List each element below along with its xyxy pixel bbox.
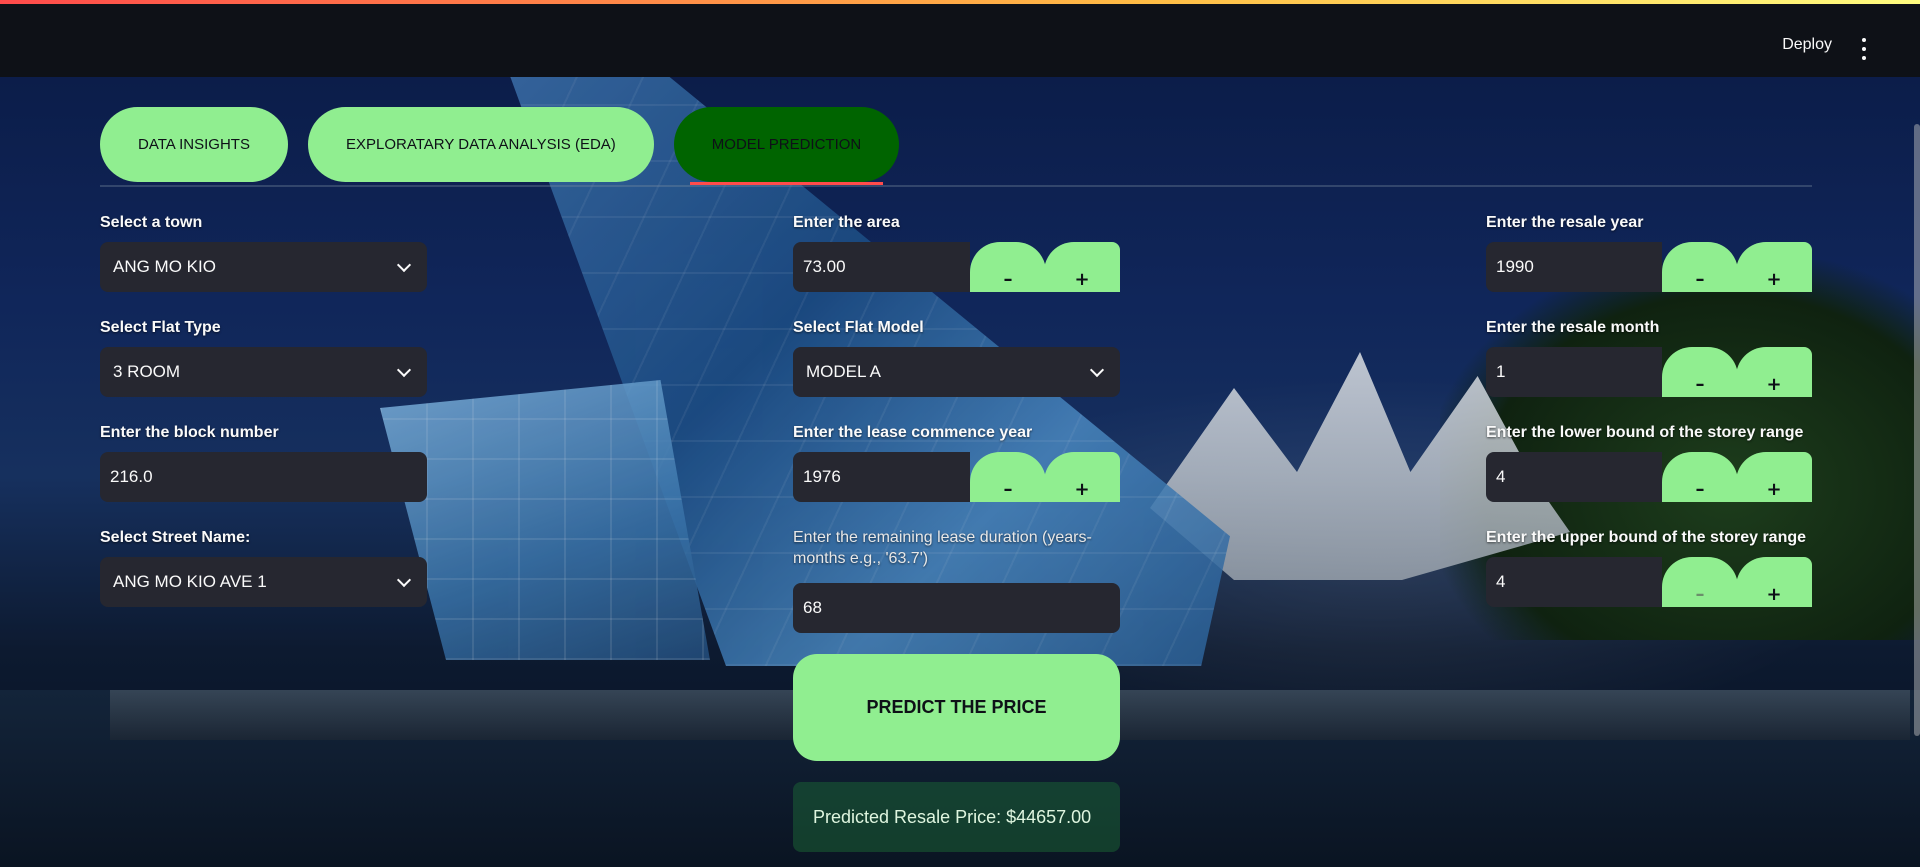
storey-lower-input[interactable]: 4: [1486, 452, 1662, 502]
lease-commence-increment-button[interactable]: +: [1044, 452, 1120, 502]
resale-month-increment-button[interactable]: +: [1736, 347, 1812, 397]
flat-model-select-value: MODEL A: [806, 362, 881, 381]
chevron-down-icon: [396, 257, 412, 273]
resale-year-decrement-button[interactable]: –: [1662, 242, 1738, 292]
remaining-lease-input[interactable]: 68: [793, 583, 1120, 633]
chevron-down-icon: [1089, 362, 1105, 378]
storey-lower-increment-button[interactable]: +: [1736, 452, 1812, 502]
kebab-menu-icon[interactable]: [1854, 38, 1874, 60]
deploy-button[interactable]: Deploy: [1782, 36, 1832, 54]
block-input[interactable]: 216.0: [100, 452, 427, 502]
flat-type-select-value: 3 ROOM: [113, 362, 181, 381]
resale-year-label: Enter the resale year: [1486, 214, 1644, 231]
street-select[interactable]: ANG MO KIO AVE 1: [100, 557, 427, 607]
resale-year-increment-button[interactable]: +: [1736, 242, 1812, 292]
flat-model-label: Select Flat Model: [793, 319, 924, 336]
remaining-lease-label: Enter the remaining lease duration (year…: [793, 529, 1092, 567]
lease-commence-number-input: 1976 – +: [793, 452, 1120, 502]
storey-upper-decrement-button[interactable]: –: [1662, 557, 1738, 607]
tab-eda[interactable]: EXPLORATARY DATA ANALYSIS (EDA): [307, 107, 654, 182]
chevron-down-icon: [396, 362, 412, 378]
resale-month-decrement-button[interactable]: –: [1662, 347, 1738, 397]
lease-commence-decrement-button[interactable]: –: [970, 452, 1046, 502]
street-select-value: ANG MO KIO AVE 1: [113, 572, 267, 591]
area-number-input: 73.00 – +: [793, 242, 1120, 292]
tab-divider: [100, 185, 1812, 187]
town-select[interactable]: ANG MO KIO: [100, 242, 427, 292]
predict-price-button[interactable]: PREDICT THE PRICE: [793, 654, 1120, 761]
storey-lower-number-input: 4 – +: [1486, 452, 1812, 502]
storey-upper-number-input: 4 – +: [1486, 557, 1812, 607]
area-label: Enter the area: [793, 214, 900, 231]
app-header: Deploy: [0, 4, 1920, 77]
storey-upper-input[interactable]: 4: [1486, 557, 1662, 607]
storey-lower-decrement-button[interactable]: –: [1662, 452, 1738, 502]
lease-commence-input[interactable]: 1976: [793, 452, 970, 502]
flat-model-select[interactable]: MODEL A: [793, 347, 1120, 397]
area-increment-button[interactable]: +: [1044, 242, 1120, 292]
storey-upper-label: Enter the upper bound of the storey rang…: [1486, 529, 1807, 546]
tab-bar: DATA INSIGHTS EXPLORATARY DATA ANALYSIS …: [100, 107, 900, 185]
storey-lower-label: Enter the lower bound of the storey rang…: [1486, 424, 1804, 441]
street-label: Select Street Name:: [100, 529, 251, 546]
resale-month-input[interactable]: 1: [1486, 347, 1662, 397]
chevron-down-icon: [396, 572, 412, 588]
resale-month-label: Enter the resale month: [1486, 319, 1660, 336]
block-label: Enter the block number: [100, 424, 279, 441]
page-scrollbar[interactable]: [1914, 124, 1920, 736]
tab-model-prediction[interactable]: MODEL PREDICTION: [673, 107, 900, 185]
lease-commence-label: Enter the lease commence year: [793, 424, 1033, 441]
flat-type-label: Select Flat Type: [100, 319, 221, 336]
resale-year-number-input: 1990 – +: [1486, 242, 1812, 292]
area-input[interactable]: 73.00: [793, 242, 970, 292]
town-select-value: ANG MO KIO: [113, 257, 216, 276]
town-label: Select a town: [100, 214, 203, 231]
background-glass-pavilion: [380, 380, 710, 660]
area-decrement-button[interactable]: –: [970, 242, 1046, 292]
flat-type-select[interactable]: 3 ROOM: [100, 347, 427, 397]
tab-data-insights[interactable]: DATA INSIGHTS: [100, 107, 288, 182]
resale-month-number-input: 1 – +: [1486, 347, 1812, 397]
storey-upper-increment-button[interactable]: +: [1736, 557, 1812, 607]
resale-year-input[interactable]: 1990: [1486, 242, 1662, 292]
predicted-price-result: Predicted Resale Price: $44657.00: [793, 782, 1120, 852]
